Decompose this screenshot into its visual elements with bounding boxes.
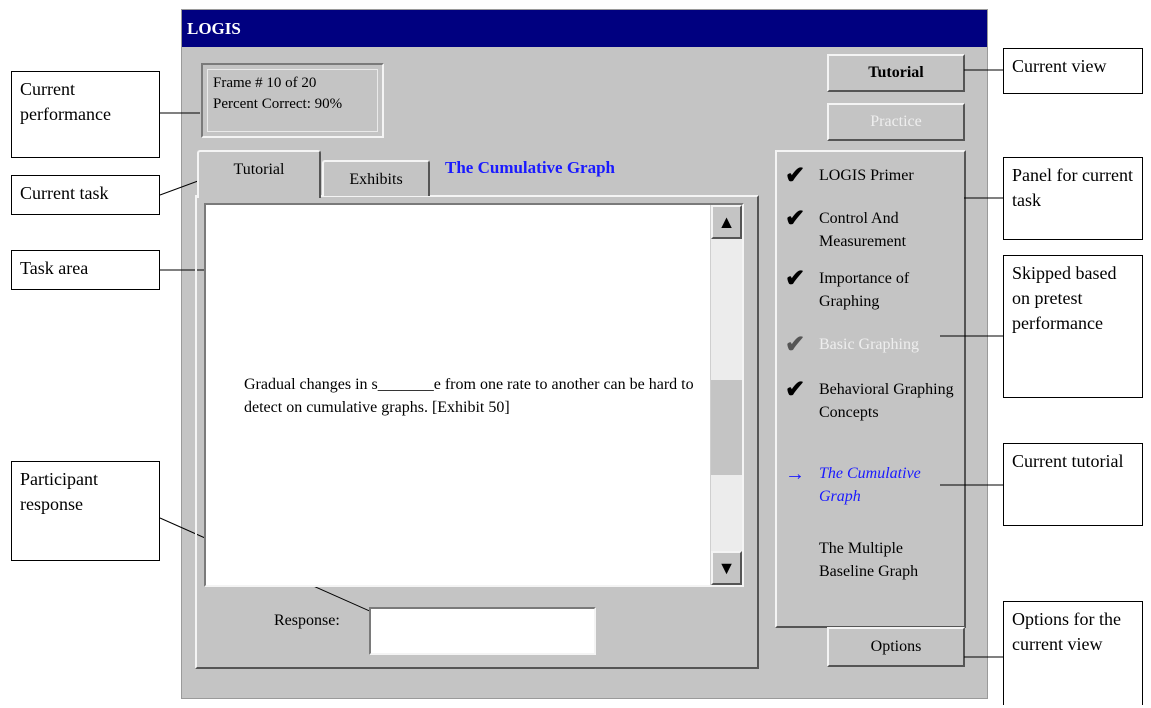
callout-participant-response: Participant response <box>11 461 160 561</box>
tab-tutorial[interactable]: Tutorial <box>197 150 321 198</box>
task-area: Gradual changes in s_______e from one ra… <box>204 203 744 587</box>
callout-options-view: Options for the current view <box>1003 601 1143 705</box>
callout-panel-current-task: Panel for current task <box>1003 157 1143 240</box>
task-panel: Gradual changes in s_______e from one ra… <box>195 195 759 669</box>
callout-current-performance: Current performance <box>11 71 160 158</box>
tab-exhibits[interactable]: Exhibits <box>322 160 430 196</box>
scroll-thumb[interactable] <box>711 380 742 475</box>
callout-skipped: Skipped based on pretest performance <box>1003 255 1143 398</box>
response-input[interactable] <box>369 607 596 655</box>
task-prompt: Gradual changes in s_______e from one ra… <box>244 376 694 416</box>
scroll-down-icon[interactable]: ▼ <box>711 551 742 585</box>
callout-current-task: Current task <box>11 175 160 215</box>
callout-current-tutorial: Current tutorial <box>1003 443 1143 526</box>
response-label: Response: <box>274 612 340 629</box>
scroll-up-icon[interactable]: ▲ <box>711 205 742 239</box>
callout-current-view: Current view <box>1003 48 1143 94</box>
callout-task-area: Task area <box>11 250 160 290</box>
scrollbar[interactable]: ▲ ▼ <box>710 205 742 585</box>
